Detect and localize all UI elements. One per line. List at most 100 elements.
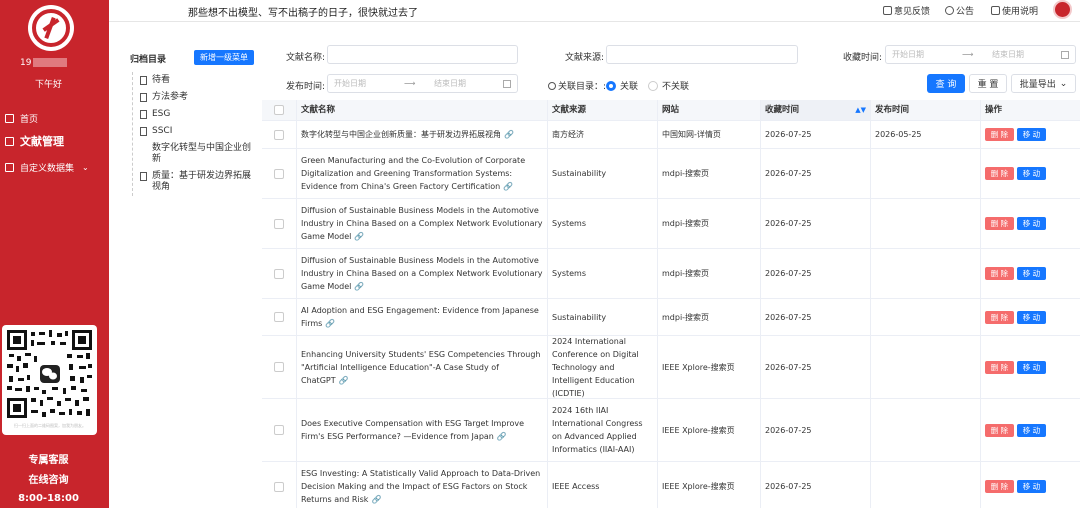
move-button[interactable]: 移 动 [1017,267,1046,280]
doc-title[interactable]: ESG Investing: A Statistically Valid App… [301,467,543,506]
radio-not-related[interactable]: 不关联 [648,79,689,92]
move-button[interactable]: 移 动 [1017,310,1046,324]
link-icon[interactable]: 🔗 [339,376,349,385]
doc-collected: 2026-07-25 [761,336,871,398]
doc-source: 2024 International Conference on Digital… [548,336,658,398]
reset-button[interactable]: 重 置 [969,74,1007,93]
doc-title[interactable]: AI Adoption and ESG Engagement: Evidence… [301,304,543,330]
radio-related[interactable]: 关联 [606,79,638,92]
brand-logo[interactable] [28,5,74,51]
table-row: Enhancing University Students' ESG Compe… [262,336,1080,399]
row-checkbox[interactable] [274,129,284,140]
chevron-down-icon: ⌄ [1059,78,1068,89]
nav-item-custom-dataset[interactable]: 自定义数据集 ⌄ [0,154,109,180]
delete-button[interactable]: 删 除 [985,310,1014,324]
row-checkbox[interactable] [274,268,284,279]
delete-button[interactable]: 删 除 [985,167,1014,180]
move-button[interactable]: 移 动 [1017,217,1046,230]
feedback-link[interactable]: 意见反馈 [883,4,930,17]
dedicated-service-link[interactable]: 专属客服 [0,451,97,466]
tree-title: 归档目录 [130,55,167,65]
doc-collected: 2026-07-25 [761,249,871,298]
delete-button[interactable]: 删 除 [985,360,1014,374]
doc-collected: 2026-07-25 [761,121,871,148]
doc-published [871,399,981,461]
link-icon[interactable]: 🔗 [354,282,364,291]
move-button[interactable]: 移 动 [1017,480,1046,493]
row-checkbox[interactable] [274,312,284,322]
link-icon[interactable]: 🔗 [354,232,364,241]
doc-source: Sustainability [548,299,658,335]
doc-site: mdpi-搜索页 [658,149,761,198]
delete-button[interactable]: 删 除 [985,128,1014,141]
doc-title[interactable]: Enhancing University Students' ESG Compe… [301,348,543,387]
move-button[interactable]: 移 动 [1017,167,1046,180]
tree-item-ssci[interactable]: SSCI [133,123,258,140]
delete-button[interactable]: 删 除 [985,217,1014,230]
greeting: 下午好 [35,80,63,90]
tree-item-esg[interactable]: ESG [133,106,258,123]
doc-title[interactable]: Diffusion of Sustainable Business Models… [301,254,543,293]
manual-link[interactable]: 使用说明 [991,4,1038,17]
source-filter-label: 文献来源: [565,53,605,63]
header-site: 网站 [658,100,761,120]
file-icon [140,127,147,136]
doc-published [871,199,981,248]
delete-button[interactable]: 删 除 [985,267,1014,280]
doc-published [871,249,981,298]
row-checkbox[interactable] [274,168,284,179]
doc-title[interactable]: 数字化转型与中国企业创新质量：基于研发边界拓展视角 🔗 [301,128,514,141]
sort-icon[interactable]: ▲▼ [855,104,866,117]
search-button[interactable]: 查 询 [927,74,965,93]
header-collected[interactable]: 收藏时间 ▲▼ [761,100,871,120]
doc-title[interactable]: Diffusion of Sustainable Business Models… [301,204,543,243]
online-consult-link[interactable]: 在线咨询 [0,471,97,486]
nav-item-document-management[interactable]: 文献管理 [0,128,109,154]
dataset-icon [5,162,14,172]
chevron-down-icon: ⌄ [82,162,89,172]
source-filter-input[interactable] [606,45,798,64]
doc-title[interactable]: Does Executive Compensation with ESG Tar… [301,417,543,443]
table-row: Diffusion of Sustainable Business Models… [262,249,1080,299]
tree-item-quality[interactable]: 质量：基于研发边界拓展视角 [133,168,258,196]
delete-button[interactable]: 删 除 [985,423,1014,437]
link-icon[interactable]: 🔗 [497,432,507,441]
table-row: AI Adoption and ESG Engagement: Evidence… [262,299,1080,336]
move-button[interactable]: 移 动 [1017,360,1046,374]
doc-site: 中国知网-详情页 [658,121,761,148]
batch-export-button[interactable]: 批量导出 ⌄ [1011,74,1076,93]
row-checkbox[interactable] [274,362,284,372]
tree-item-methods[interactable]: 方法参考 [133,89,258,106]
publish-date-range[interactable]: 开始日期 ⟶ 结束日期 [327,74,518,93]
nav-item-home[interactable]: 首页 [0,108,109,128]
doc-title[interactable]: Green Manufacturing and the Co-Evolution… [301,154,543,193]
add-top-menu-button[interactable]: 新增一级菜单 [194,50,254,65]
select-all-checkbox[interactable] [274,105,284,115]
move-button[interactable]: 移 动 [1017,128,1046,141]
qr-caption: 扫一扫上面的二维码图案，加我为朋友。 [14,423,86,428]
table-row: ESG Investing: A Statistically Valid App… [262,462,1080,508]
delete-button[interactable]: 删 除 [985,480,1014,493]
tree-item-to-read[interactable]: 待看 [133,72,258,89]
doc-site: mdpi-搜索页 [658,249,761,298]
doc-source: IEEE Access [548,462,658,508]
row-checkbox[interactable] [274,481,284,492]
service-hours: 8:00-18:00 [18,493,79,504]
title-filter-input[interactable] [327,45,518,64]
row-checkbox[interactable] [274,425,284,435]
link-icon[interactable]: 🔗 [504,130,514,139]
avatar[interactable] [1053,0,1072,19]
link-icon[interactable]: 🔗 [371,495,381,504]
notice-link[interactable]: 公告 [945,4,974,17]
link-icon[interactable]: 🔗 [503,182,513,191]
radio-dot-selected [606,80,616,91]
row-checkbox[interactable] [274,218,284,229]
doc-source: Systems [548,249,658,298]
doc-source: Sustainability [548,149,658,198]
link-icon[interactable]: 🔗 [325,319,335,328]
collect-date-range[interactable]: 开始日期 ⟶ 结束日期 [885,45,1076,64]
move-button[interactable]: 移 动 [1017,423,1046,437]
header-source: 文献来源 [548,100,658,120]
doc-site: IEEE Xplore-搜索页 [658,336,761,398]
tree-item-digital[interactable]: 数字化转型与中国企业创新 [133,140,258,168]
